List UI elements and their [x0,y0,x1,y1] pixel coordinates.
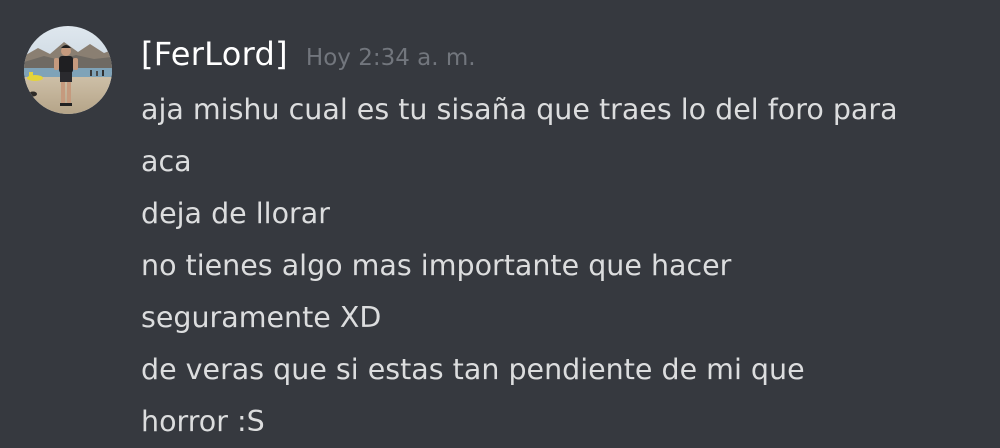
message-line: deja de llorar [141,197,330,230]
message-header: [FerLord] Hoy 2:34 a. m. [141,30,476,78]
message-timestamp: Hoy 2:34 a. m. [305,45,476,71]
message-content: aja mishu cual es tu sisaña que traes lo… [141,84,991,448]
chat-message: [FerLord] Hoy 2:34 a. m. aja mishu cual … [0,0,1000,446]
author-username[interactable]: [FerLord] [141,30,288,78]
message-line: de veras que si estas tan pendiente de m… [141,353,805,386]
user-avatar[interactable] [24,26,112,114]
message-line: horror :S [141,405,265,438]
message-line: seguramente XD [141,301,382,334]
message-line: aja mishu cual es tu sisaña que traes lo… [141,93,898,126]
message-line: aca [141,145,192,178]
message-line: no tienes algo mas importante que hacer [141,249,732,282]
avatar-photo-icon [24,26,112,114]
